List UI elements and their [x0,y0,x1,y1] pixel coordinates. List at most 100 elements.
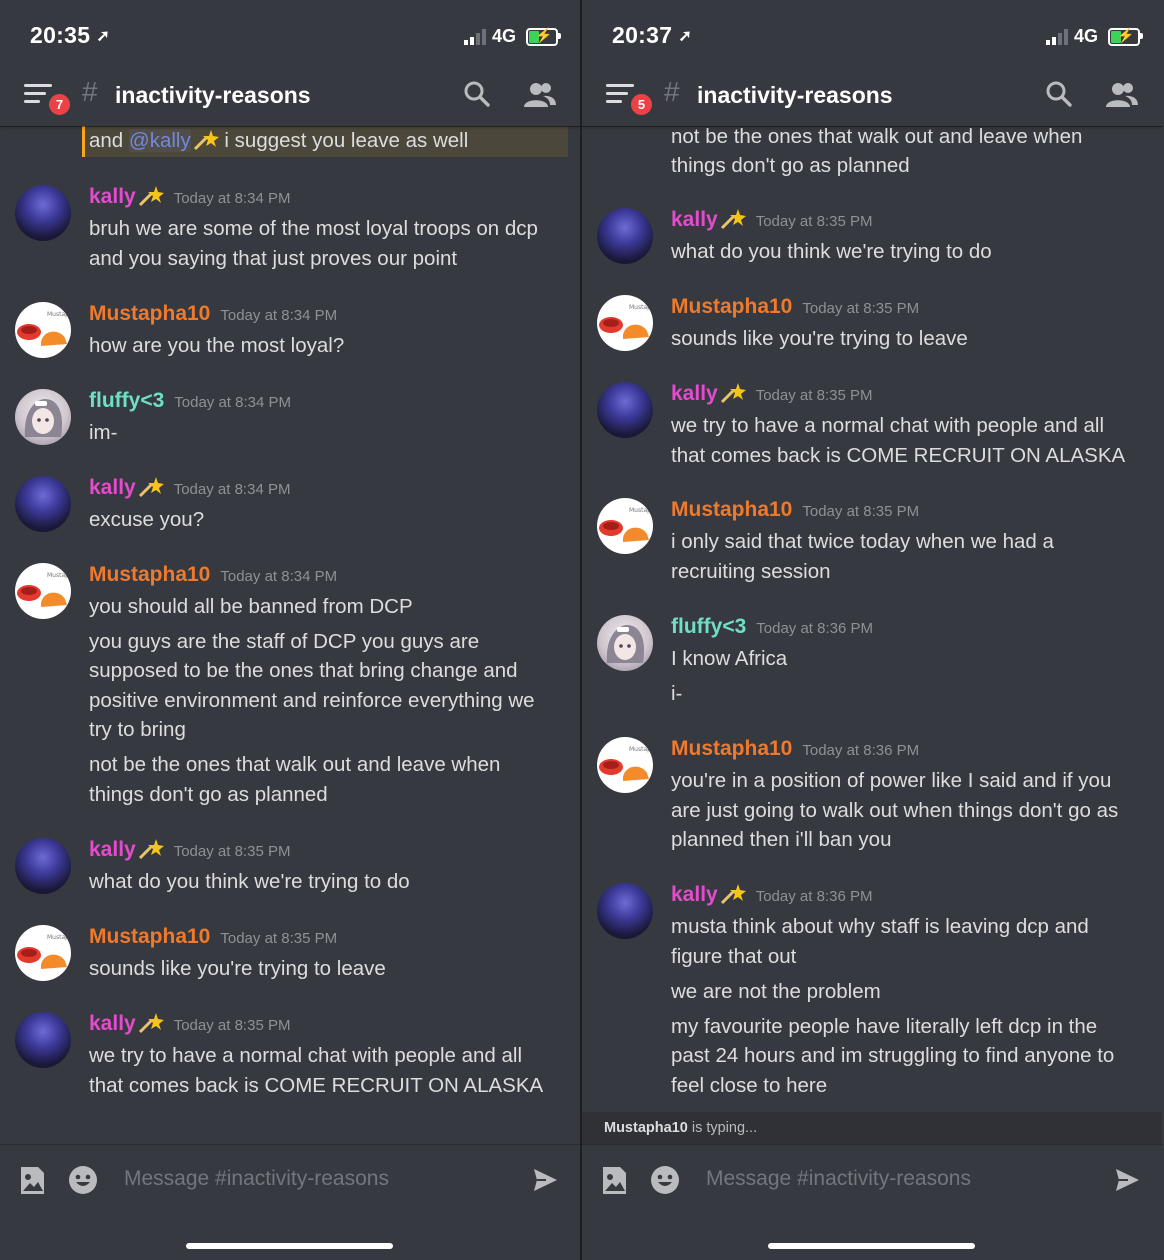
message-list[interactable]: and @kally i suggest you leave as well k… [0,126,580,1144]
username[interactable]: Mustapha10 [89,302,210,325]
avatar[interactable]: Mustapha [597,295,653,351]
message-header: Mustapha10 Today at 8:35 PM [671,498,919,522]
username[interactable]: kally [89,838,136,861]
timestamp: Today at 8:34 PM [174,394,291,411]
message-text: sounds like you're trying to leave [89,957,386,980]
username[interactable]: kally [671,208,718,231]
avatar[interactable]: Mustapha [15,302,71,358]
status-bar: 20:35 ➚ 4G ⚡ [30,22,561,52]
avatar[interactable] [15,389,71,445]
emoji-icon[interactable] [650,1165,680,1195]
avatar[interactable]: Mustapha [15,925,71,981]
user-mention[interactable]: @kally [128,129,191,152]
shooting-star-emoji-icon [720,383,746,404]
send-icon[interactable] [532,1167,558,1193]
message-text: are just going to walk out when things d… [671,799,1119,822]
avatar[interactable] [597,382,653,438]
message-text: you're in a position of power like I sai… [671,769,1112,792]
status-bar: 20:37 ➚ 4G ⚡ [612,22,1143,52]
message-text: that comes back is COME RECRUIT ON ALASK… [89,1074,544,1097]
avatar[interactable] [597,615,653,671]
channel-hash-icon: # [82,76,98,107]
home-indicator [186,1243,393,1249]
message-header: Mustapha10 Today at 8:35 PM [89,925,337,949]
message-text: my favourite people have literally left … [671,1015,1098,1038]
username[interactable]: kally [671,382,718,405]
location-arrow-icon: ➚ [96,28,111,45]
members-icon[interactable] [524,82,556,108]
avatar[interactable] [597,883,653,939]
message-text: feel close to here [671,1074,828,1097]
timestamp: Today at 8:35 PM [173,843,291,860]
avatar[interactable]: Mustapha [15,563,71,619]
shooting-star-emoji-icon [138,839,164,860]
username[interactable]: Mustapha10 [89,563,210,586]
image-upload-icon[interactable] [601,1165,628,1196]
message-text: that comes back is COME RECRUIT ON ALASK… [671,444,1126,467]
avatar[interactable] [15,185,71,241]
fluffy-avatar-icon [24,399,63,437]
message-input[interactable]: Message #inactivity-reasons [706,1167,971,1191]
search-icon[interactable] [1046,81,1072,107]
avatar[interactable] [15,838,71,894]
avatar[interactable] [15,476,71,532]
message-header: kally Today at 8:35 PM [671,382,872,406]
message-text: figure that out [671,945,797,968]
username[interactable]: Mustapha10 [671,498,792,521]
timestamp: Today at 8:34 PM [173,481,291,498]
svg-text:Mustapha: Mustapha [629,304,653,311]
emoji-icon[interactable] [68,1165,98,1195]
send-icon[interactable] [1114,1167,1140,1193]
network-label: 4G [1073,26,1098,46]
channel-name: inactivity-reasons [697,82,893,108]
message-header: kally Today at 8:35 PM [671,208,872,232]
username[interactable]: Mustapha10 [89,925,210,948]
fluffy-avatar-icon [606,625,645,663]
clock: 20:35 ➚ [30,22,111,48]
mustapha-avatar-icon: Mustapha [599,507,653,542]
network-label: 4G [491,26,516,46]
message-list[interactable]: not be the ones that walk out and leave … [582,126,1162,1112]
message-text: what do you think we're trying to do [671,240,992,263]
message-text: not be the ones that walk out and leave … [89,753,501,776]
svg-text:Mustapha: Mustapha [47,572,71,579]
avatar[interactable]: Mustapha [597,498,653,554]
username[interactable]: fluffy<3 [89,389,164,412]
search-icon[interactable] [464,81,490,107]
message-input[interactable]: Message #inactivity-reasons [124,1167,389,1191]
svg-text:Mustapha: Mustapha [629,507,653,514]
timestamp: Today at 8:35 PM [220,930,338,947]
shooting-star-emoji-icon [138,186,164,207]
avatar[interactable] [15,1012,71,1068]
username[interactable]: kally [89,1012,136,1035]
message-header: Mustapha10 Today at 8:34 PM [89,563,337,587]
avatar[interactable] [597,208,653,264]
shooting-star-emoji-icon [720,884,746,905]
username[interactable]: kally [671,883,718,906]
message-text: you should all be banned from DCP [89,595,413,618]
members-icon[interactable] [1106,82,1138,108]
username[interactable]: Mustapha10 [671,295,792,318]
channel-name: inactivity-reasons [115,82,311,108]
mustapha-avatar-icon: Mustapha [17,311,71,346]
channel-hash-icon: # [664,76,680,107]
username[interactable]: Mustapha10 [671,737,792,760]
timestamp: Today at 8:36 PM [802,742,920,759]
message-text: you guys are the staff of DCP you guys a… [89,630,480,653]
username[interactable]: fluffy<3 [671,615,746,638]
message-text: things don't go as planned [671,154,910,177]
message-text: things don't go as planned [89,783,328,806]
status-indicators: 4G ⚡ [463,26,561,47]
message-text: we are not the problem [671,980,881,1003]
message-text: and @kally i suggest you leave as well [89,129,469,152]
avatar[interactable]: Mustapha [597,737,653,793]
image-upload-icon[interactable] [19,1165,46,1196]
username[interactable]: kally [89,476,136,499]
message-header: kally Today at 8:35 PM [89,1012,290,1036]
left-screenshot: 20:35 ➚ 4G ⚡ 7 # inactivity-reasons and @… [0,0,580,1260]
username[interactable]: kally [89,185,136,208]
right-screenshot: 20:37 ➚ 4G ⚡ 5 # inactivity-reasons not b… [582,0,1162,1260]
timestamp: Today at 8:34 PM [220,307,338,324]
status-indicators: 4G ⚡ [1045,26,1143,47]
message-text: recruiting session [671,560,831,583]
